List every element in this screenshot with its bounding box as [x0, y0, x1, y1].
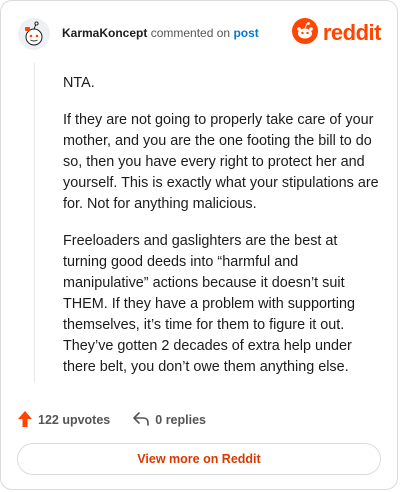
- view-more-button[interactable]: View more on Reddit: [17, 443, 381, 475]
- thread-line: [34, 63, 35, 383]
- replies-button[interactable]: 0 replies: [132, 411, 206, 430]
- reply-count: 0 replies: [155, 413, 206, 427]
- comment-actions: 122 upvotes 0 replies: [17, 409, 228, 431]
- byline-action-text: commented on: [150, 26, 231, 40]
- upvote-arrow-icon: [17, 410, 33, 431]
- embedded-comment-card: KarmaKoncept commented on post reddit NT…: [0, 0, 398, 490]
- reddit-logo-icon: [291, 17, 318, 49]
- snoo-avatar-icon[interactable]: [17, 17, 51, 51]
- comment-paragraph: NTA.: [63, 75, 95, 91]
- reply-arrow-icon: [132, 411, 150, 430]
- reddit-brand-link[interactable]: reddit: [291, 17, 382, 49]
- comment-body: NTA. If they are not going to properly t…: [63, 73, 383, 394]
- comment-paragraph: If they are not going to properly take c…: [63, 112, 379, 212]
- upvote-count: 122 upvotes: [38, 413, 111, 427]
- comment-author-link[interactable]: KarmaKoncept: [62, 26, 147, 40]
- upvote-button[interactable]: 122 upvotes: [17, 410, 110, 431]
- post-link[interactable]: post: [233, 26, 258, 40]
- comment-byline: KarmaKoncept commented on post: [62, 26, 259, 40]
- comment-paragraph: Freeloaders and gaslighters are the best…: [63, 233, 355, 375]
- reddit-wordmark: reddit: [322, 20, 382, 45]
- comment-header: KarmaKoncept commented on post reddit: [17, 15, 382, 55]
